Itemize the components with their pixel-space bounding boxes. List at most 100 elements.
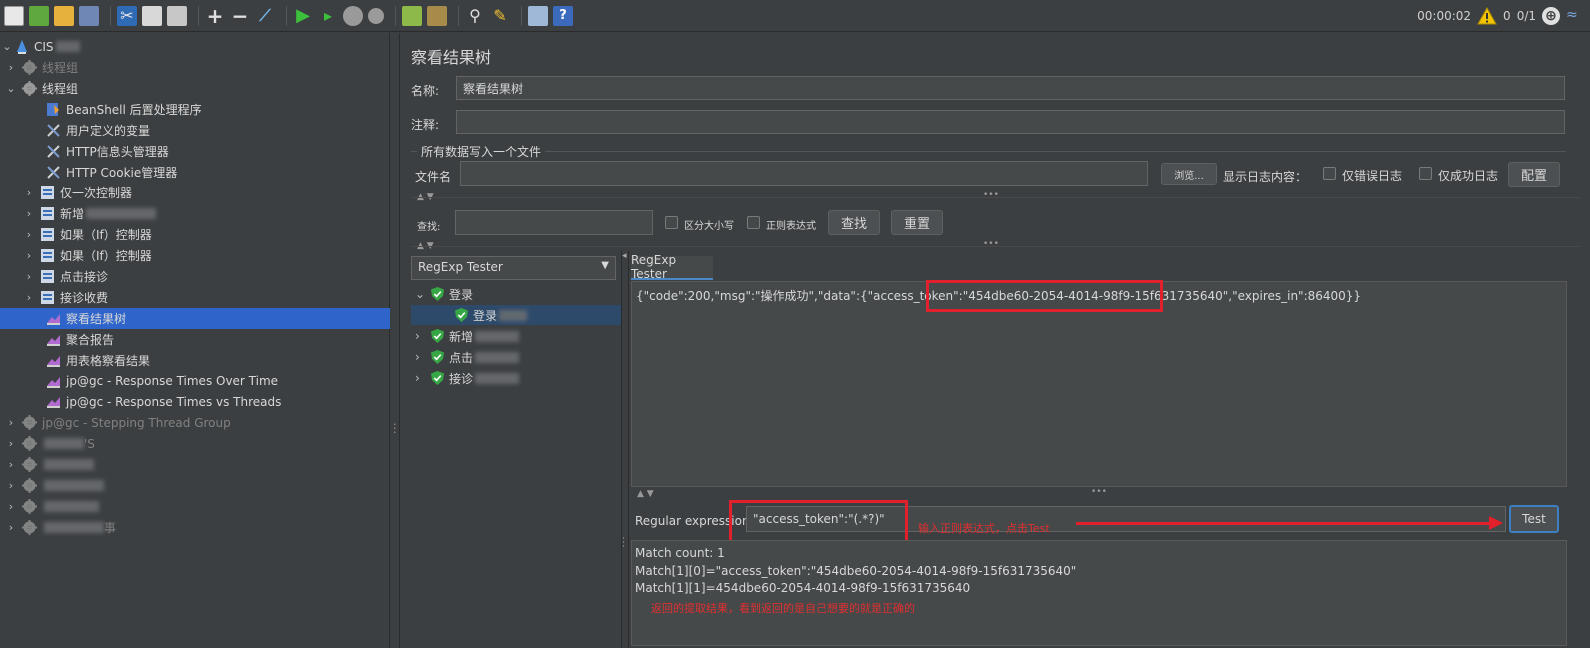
chevron-right-icon[interactable]: › [4, 437, 18, 450]
paste-icon[interactable] [167, 5, 187, 26]
chevron-right-icon[interactable]: › [4, 479, 18, 492]
cut-icon[interactable]: ✂ [117, 5, 137, 26]
chevron-right-icon[interactable]: › [22, 249, 36, 262]
redacted-text [55, 41, 80, 52]
renderer-dropdown[interactable]: RegExp Tester ▼ [411, 256, 616, 280]
config-element-icon [46, 165, 61, 180]
tree-item[interactable]: ⌄ 线程组 [0, 78, 390, 99]
help-icon[interactable]: ? [553, 5, 573, 26]
reset-search-icon[interactable]: ✎ [490, 6, 510, 26]
vertical-splitter[interactable]: · · · [391, 33, 400, 648]
clear-icon[interactable] [402, 5, 422, 26]
tree-item[interactable]: › 如果（If）控制器 [0, 224, 390, 245]
chevron-right-icon[interactable]: › [4, 458, 18, 471]
chevron-right-icon[interactable]: › [22, 291, 36, 304]
test-button[interactable]: Test [1509, 505, 1559, 533]
chevron-right-icon[interactable]: › [4, 521, 18, 534]
new-icon[interactable] [4, 5, 24, 26]
split-grip-icon: · · · [622, 534, 625, 552]
browse-button[interactable]: 浏览... [1161, 163, 1217, 185]
tree-item[interactable]: 聚合报告 [0, 329, 390, 350]
chevron-right-icon[interactable]: › [4, 500, 18, 513]
sample-result-item[interactable]: 登录 [411, 305, 621, 325]
divider-grip-icon[interactable]: ••• [983, 238, 999, 250]
success-only-checkbox[interactable] [1419, 167, 1432, 180]
start-icon[interactable]: ▶ [293, 6, 313, 26]
errors-only-checkbox[interactable] [1323, 167, 1336, 180]
listener-icon [46, 311, 61, 326]
redacted-text [499, 309, 528, 321]
tree-item[interactable]: › jp@gc - Stepping Thread Group [0, 412, 390, 433]
tree-item[interactable]: › 接诊收费 [0, 287, 390, 308]
tree-item[interactable]: › [0, 496, 390, 517]
tree-item[interactable]: BeanShell 后置处理程序 [0, 99, 390, 120]
divider-grip-icon[interactable]: ••• [983, 189, 999, 201]
tree-item[interactable]: › 线程组 [0, 57, 390, 78]
chevron-right-icon[interactable]: › [415, 329, 431, 343]
name-field[interactable]: 察看结果树 [456, 76, 1565, 100]
tree-item[interactable]: › 事 [0, 517, 390, 538]
toggle-icon[interactable]: ⟋ [255, 6, 275, 26]
tree-item[interactable]: 用表格察看结果 [0, 350, 390, 371]
tree-item[interactable]: › 'S [0, 433, 390, 454]
remote-globe-icon[interactable]: ⊕ [1542, 7, 1560, 25]
regex-checkbox[interactable] [747, 216, 760, 229]
listener-icon [46, 353, 61, 368]
sample-result-item[interactable]: › 接诊 [411, 368, 621, 388]
search-icon[interactable]: ⚲ [465, 6, 485, 26]
tree-item[interactable]: › [0, 475, 390, 496]
tree-item[interactable]: HTTP信息头管理器 [0, 141, 390, 162]
warning-icon[interactable] [1477, 7, 1497, 25]
tree-item[interactable]: › 如果（If）控制器 [0, 245, 390, 266]
tab-regexp-tester[interactable]: RegExp Tester [631, 253, 713, 281]
filename-input[interactable] [460, 161, 1148, 186]
stop-icon[interactable] [343, 5, 363, 26]
chevron-right-icon[interactable]: › [22, 207, 36, 220]
case-sensitive-checkbox[interactable] [665, 216, 678, 229]
chevron-right-icon[interactable]: › [22, 186, 36, 199]
tree-item[interactable]: › [0, 454, 390, 475]
tree-root[interactable]: ⌄ CIS [0, 36, 390, 57]
chevron-right-icon[interactable]: › [4, 61, 18, 74]
tree-item[interactable]: 察看结果树 [0, 307, 390, 329]
results-splitter[interactable]: ◂ · · · [621, 251, 629, 648]
expand-icon[interactable]: + [205, 6, 225, 26]
tree-item[interactable]: jp@gc - Response Times Over Time [0, 371, 390, 392]
sample-result-item[interactable]: › 新增 [411, 326, 621, 346]
clear-all-icon[interactable] [427, 5, 447, 26]
chevron-down-icon[interactable]: ⌄ [415, 287, 431, 301]
comment-field[interactable] [456, 110, 1565, 134]
sample-result-item[interactable]: › 点击 [411, 347, 621, 367]
chevron-down-icon[interactable]: ⌄ [0, 40, 14, 53]
tree-item[interactable]: › 点击接诊 [0, 266, 390, 287]
find-button[interactable]: 查找 [828, 210, 880, 235]
configure-button[interactable]: 配置 [1508, 162, 1560, 187]
function-helper-icon[interactable] [528, 5, 548, 26]
shutdown-icon[interactable] [368, 7, 384, 24]
templates-icon[interactable] [29, 5, 49, 26]
save-icon[interactable] [79, 5, 99, 26]
copy-icon[interactable] [142, 5, 162, 26]
sample-result-item[interactable]: ⌄ 登录 [411, 284, 621, 304]
collapse-arrows-icon[interactable]: ▲ ▼ [637, 488, 654, 500]
search-input[interactable] [455, 210, 653, 235]
tree-item[interactable]: 用户定义的变量 [0, 120, 390, 141]
collapse-icon[interactable]: − [230, 6, 250, 26]
tree-item[interactable]: › 新增 [0, 203, 390, 224]
reset-button[interactable]: 重置 [891, 210, 943, 235]
tree-item[interactable]: › 仅一次控制器 [0, 182, 390, 203]
chevron-down-icon[interactable]: ⌄ [4, 82, 18, 95]
chevron-right-icon[interactable]: › [4, 416, 18, 429]
chevron-right-icon[interactable]: › [22, 228, 36, 241]
tree-item[interactable]: HTTP Cookie管理器 [0, 162, 390, 183]
chevron-right-icon[interactable]: › [415, 371, 431, 385]
chevron-right-icon[interactable]: › [22, 270, 36, 283]
divider-grip-icon[interactable]: ••• [1091, 486, 1107, 498]
chevron-right-icon[interactable]: › [415, 350, 431, 364]
divider-line [411, 197, 1579, 198]
start-no-pauses-icon[interactable]: ▸ [318, 6, 338, 26]
renderer-dropdown-value: RegExp Tester [418, 260, 503, 274]
open-icon[interactable] [54, 5, 74, 26]
success-shield-icon [431, 329, 449, 343]
tree-item[interactable]: jp@gc - Response Times vs Threads [0, 391, 390, 412]
